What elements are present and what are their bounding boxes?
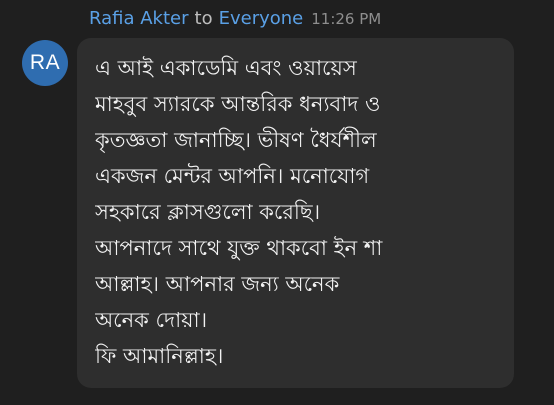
sender-name[interactable]: Rafia Akter — [89, 8, 189, 29]
message-line: কৃতজ্ঞতা জানাচ্ছি। ভীষণ ধৈর্যশীল — [95, 128, 377, 152]
message-line: মাহবুব স্যারকে আন্তরিক ধন্যবাদ ও — [95, 92, 381, 116]
message-line: সহকারে ক্লাসগুলো করেছি। — [95, 200, 321, 224]
chat-message: RA Rafia Akter to Everyone 11:26 PM এ আই… — [0, 0, 554, 405]
message-line: একজন মেন্টর আপনি। মনোযোগ — [95, 164, 370, 188]
message-bubble[interactable]: এ আই একাডেমি এবং ওয়ায়েস মাহবুব স্যারকে… — [77, 38, 514, 388]
to-label: to — [194, 8, 213, 29]
message-header: Rafia Akter to Everyone 11:26 PM — [89, 8, 381, 34]
message-line: অনেক দোয়া। — [95, 308, 208, 332]
message-line: আল্লাহ। আপনার জন্য অনেক — [95, 272, 340, 296]
recipient-name[interactable]: Everyone — [219, 8, 304, 29]
message-line: এ আই একাডেমি এবং ওয়ায়েস — [95, 56, 357, 80]
timestamp: 11:26 PM — [311, 10, 382, 28]
message-line: আপনাদে সাথে যুক্ত থাকবো ইন শা — [95, 236, 383, 260]
avatar-initials: RA — [29, 51, 61, 74]
message-line: ফি আমানিল্লাহ। — [95, 344, 224, 368]
avatar[interactable]: RA — [22, 40, 68, 86]
